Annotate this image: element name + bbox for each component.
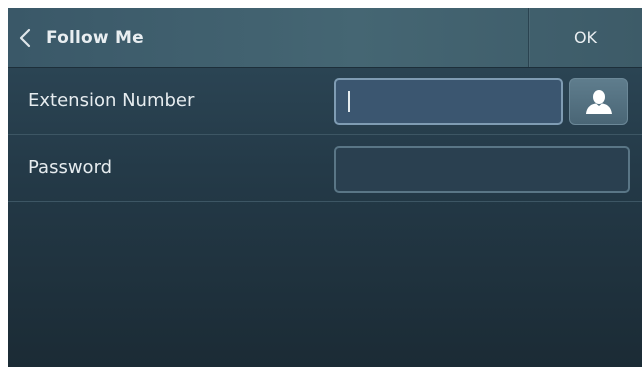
extension-number-input[interactable] <box>334 78 563 125</box>
chevron-left-icon[interactable] <box>18 27 32 49</box>
text-caret <box>348 91 350 112</box>
ok-button[interactable]: OK <box>529 8 642 67</box>
extension-number-row: Extension Number <box>8 68 642 135</box>
title-bar: Follow Me OK <box>8 8 642 68</box>
phone-screen: Follow Me OK Extension Number Password <box>8 8 642 367</box>
password-input[interactable] <box>334 146 630 193</box>
contact-person-icon <box>584 89 614 115</box>
password-label: Password <box>28 157 113 178</box>
page-title: Follow Me <box>46 27 144 48</box>
password-row: Password <box>8 135 642 202</box>
back-button[interactable]: Follow Me <box>18 8 144 67</box>
extension-number-label: Extension Number <box>28 90 195 111</box>
contact-picker-button[interactable] <box>569 78 628 125</box>
